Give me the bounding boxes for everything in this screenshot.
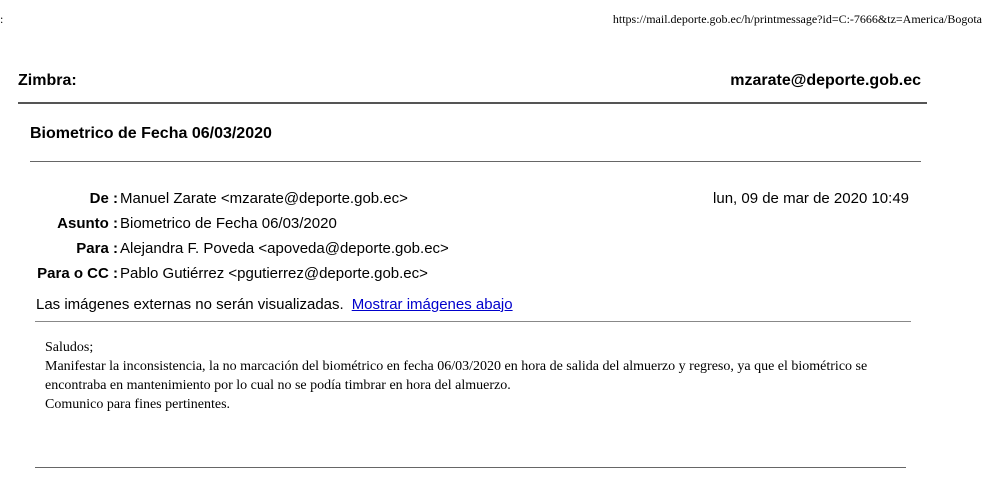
body-paragraph: Comunico para fines pertinentes. <box>45 397 231 412</box>
cc-label: Para o CC : <box>37 265 118 282</box>
to-value: Alejandra F. Poveda <apoveda@deporte.gob… <box>120 240 449 257</box>
from-label: De : <box>89 190 118 207</box>
notice-divider <box>35 321 911 322</box>
external-images-notice: Las imágenes externas no serán visualiza… <box>36 296 513 313</box>
title-divider <box>30 161 921 162</box>
cc-value: Pablo Gutiérrez <pgutierrez@deporte.gob.… <box>120 265 428 282</box>
to-label: Para : <box>76 240 118 257</box>
print-page: : https://mail.deporte.gob.ec/h/printmes… <box>0 0 996 486</box>
images-notice-text: Las imágenes externas no serán visualiza… <box>36 296 344 313</box>
app-name: Zimbra: <box>18 72 77 89</box>
bottom-divider <box>35 467 906 468</box>
corner-mark: : <box>0 12 4 26</box>
header-row-cc: Para o CC : Pablo Gutiérrez <pgutierrez@… <box>22 263 915 288</box>
message-body: Saludos; Manifestar la inconsistencia, l… <box>45 338 915 414</box>
zimbra-header-bar: Zimbra: mzarate@deporte.gob.ec <box>18 72 927 104</box>
message-title: Biometrico de Fecha 06/03/2020 <box>30 125 272 142</box>
account-email: mzarate@deporte.gob.ec <box>730 72 921 89</box>
header-row-from: De : Manuel Zarate <mzarate@deporte.gob.… <box>22 188 915 213</box>
print-url: https://mail.deporte.gob.ec/h/printmessa… <box>612 12 982 26</box>
message-headers: De : Manuel Zarate <mzarate@deporte.gob.… <box>22 188 915 288</box>
from-value: Manuel Zarate <mzarate@deporte.gob.ec> <box>120 190 408 207</box>
header-row-to: Para : Alejandra F. Poveda <apoveda@depo… <box>22 238 915 263</box>
message-date: lun, 09 de mar de 2020 10:49 <box>713 190 909 207</box>
body-paragraph: Saludos; <box>45 340 94 355</box>
subject-label: Asunto : <box>57 215 118 232</box>
subject-value: Biometrico de Fecha 06/03/2020 <box>120 215 337 232</box>
body-paragraph: Manifestar la inconsistencia, la no marc… <box>45 359 868 393</box>
header-row-subject: Asunto : Biometrico de Fecha 06/03/2020 <box>22 213 915 238</box>
show-images-link[interactable]: Mostrar imágenes abajo <box>352 296 513 313</box>
